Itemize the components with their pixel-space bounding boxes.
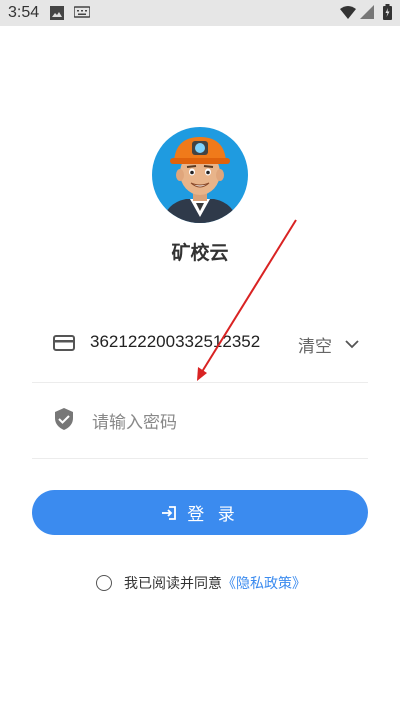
chevron-down-icon[interactable] (344, 336, 360, 352)
image-icon (50, 6, 64, 20)
status-bar: 3:54 (0, 0, 400, 26)
account-input[interactable]: 362122200332512352 (90, 332, 260, 352)
privacy-agreement: 我已阅读并同意 《隐私政策》 (96, 573, 306, 593)
shield-check-icon (55, 408, 73, 430)
wifi-icon (340, 6, 356, 19)
signal-icon (360, 5, 374, 19)
miner-avatar-icon (162, 137, 238, 223)
login-button-label: 登 录 (187, 505, 239, 525)
id-card-icon (53, 335, 75, 351)
status-time: 3:54 (8, 4, 40, 21)
app-title: 矿校云 (171, 242, 229, 264)
login-icon (162, 505, 177, 520)
login-button[interactable]: 登 录 (32, 490, 368, 535)
agree-radio[interactable] (96, 575, 112, 591)
privacy-policy-link[interactable]: 《隐私政策》 (222, 573, 306, 593)
battery-icon (383, 4, 392, 20)
agreement-text: 我已阅读并同意 (124, 576, 222, 592)
password-row: 请输入密码 (32, 382, 368, 459)
account-row: 362122200332512352 清空 (32, 306, 368, 383)
app-logo-avatar (152, 127, 248, 223)
clear-button[interactable]: 清空 (298, 332, 332, 357)
keyboard-icon (74, 6, 90, 18)
password-input[interactable]: 请输入密码 (92, 408, 177, 433)
